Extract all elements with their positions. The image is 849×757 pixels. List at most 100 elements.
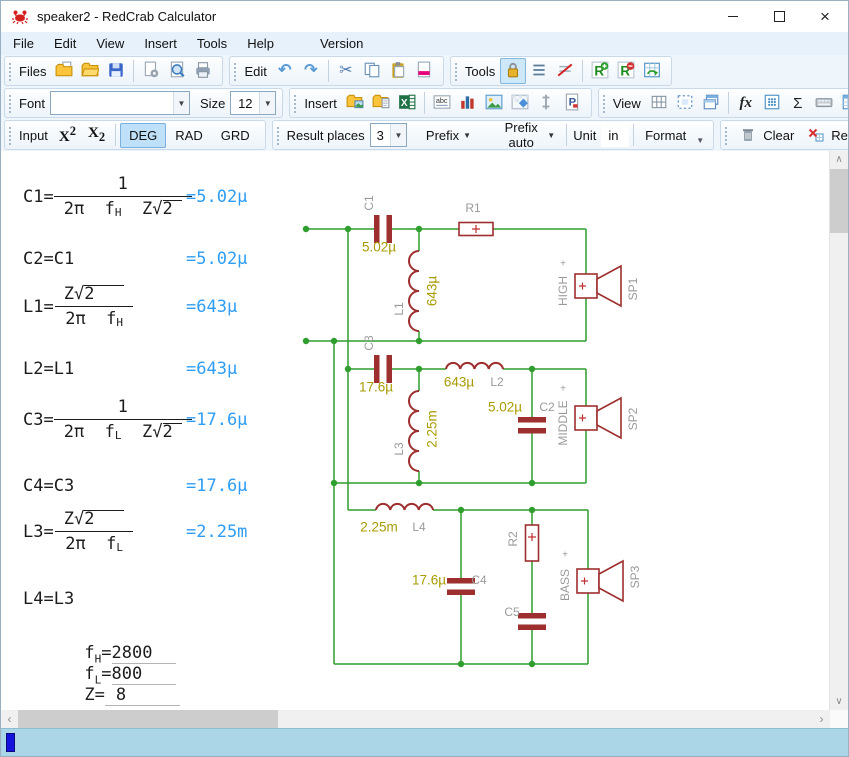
radicand: 2 (84, 510, 124, 529)
redo-button[interactable]: ↷ (298, 58, 324, 84)
line-spacing-button[interactable] (526, 58, 552, 84)
result-add-button[interactable]: R (587, 58, 613, 84)
menu-insert[interactable]: Insert (134, 33, 187, 54)
insert-pdf-button[interactable]: P (559, 90, 585, 116)
grd-mode-button[interactable]: GRD (212, 123, 259, 148)
toolbar-drag-handle[interactable] (453, 61, 459, 81)
vertical-scrollbar[interactable]: ∧ ∨ (829, 151, 848, 710)
deg-mode-button[interactable]: DEG (120, 123, 166, 148)
copy-button[interactable] (359, 58, 385, 84)
view-calendar-button[interactable] (837, 90, 849, 116)
menu-version[interactable]: Version (310, 33, 373, 54)
horizontal-scrollbar-thumb[interactable] (18, 710, 278, 728)
insert-folder-clipboard-button[interactable] (368, 90, 394, 116)
font-combobox[interactable]: ▼ (50, 91, 190, 115)
scroll-left-arrow-icon[interactable]: ‹ (1, 710, 18, 728)
toolbar-drag-handle[interactable] (601, 93, 607, 113)
font-dropdown-arrow-icon[interactable]: ▼ (173, 92, 189, 114)
sp2-band-label: MIDDLE (556, 400, 570, 445)
format-button[interactable]: Format (638, 124, 693, 147)
formula-l4[interactable]: L4=L3 (23, 589, 74, 609)
menu-tools[interactable]: Tools (187, 33, 237, 54)
formula-result: =643µ (186, 297, 237, 317)
open-folder-button[interactable] (77, 58, 103, 84)
unit-input[interactable]: in (601, 123, 629, 147)
lock-button[interactable] (500, 58, 526, 84)
menu-view[interactable]: View (86, 33, 134, 54)
insert-excel-button[interactable]: X (394, 90, 420, 116)
subscript-button[interactable]: X2 (82, 123, 111, 147)
toolbar-drag-handle[interactable] (7, 61, 13, 81)
size-combobox[interactable]: 12 ▼ (230, 91, 276, 115)
formula-c2[interactable]: C2=C1 =5.02µ (23, 249, 74, 269)
view-cascade-button[interactable] (698, 90, 724, 116)
superscript-button[interactable]: X2 (53, 122, 82, 148)
undo-button[interactable]: ↶ (272, 58, 298, 84)
menu-edit[interactable]: Edit (44, 33, 86, 54)
paste-button[interactable] (385, 58, 411, 84)
toolbar-drag-handle[interactable] (723, 125, 729, 145)
print-button[interactable] (190, 58, 216, 84)
view-sigma-button[interactable]: Σ (785, 90, 811, 116)
toolbar-drag-handle[interactable] (292, 93, 298, 113)
result-remove-button[interactable]: R (613, 58, 639, 84)
horizontal-scrollbar[interactable]: ‹ › (1, 710, 848, 728)
rad-mode-button[interactable]: RAD (166, 123, 211, 148)
formula-l1[interactable]: L1=Z√22π fH =643µ (23, 284, 134, 329)
var-value-field[interactable]: 8 (105, 685, 180, 706)
print-preview-button[interactable] (164, 58, 190, 84)
maximize-button[interactable] (756, 1, 802, 32)
vertical-scrollbar-thumb[interactable] (830, 169, 848, 233)
variable-z[interactable]: Z=8 (23, 665, 180, 710)
prefix-auto-button[interactable]: Prefix auto▼ (492, 116, 562, 154)
menu-file[interactable]: File (3, 33, 44, 54)
scroll-down-arrow-icon[interactable]: ∨ (830, 693, 848, 710)
horizontal-scrollbar-track[interactable] (18, 710, 813, 728)
formula-l2[interactable]: L2=L1 =643µ (23, 359, 74, 379)
crossover-circuit-diagram[interactable]: C1 5.02µ R1 L1 643µ + HIGH SP1 C3 17.6µ … (291, 171, 643, 683)
minimize-button[interactable] (710, 1, 756, 32)
toolbar-overflow-button[interactable]: ▼ (693, 134, 707, 147)
menu-help[interactable]: Help (237, 33, 284, 54)
toolbar-drag-handle[interactable] (275, 125, 281, 145)
insert-divider-button[interactable] (533, 90, 559, 116)
view-frame-button[interactable] (672, 90, 698, 116)
scroll-right-arrow-icon[interactable]: › (813, 710, 830, 728)
formula-l3[interactable]: L3=Z√22π fL =2.25m (23, 509, 134, 554)
formula-c3[interactable]: C3=12π fL Z√2 =17.6µ (23, 397, 192, 442)
reset-button[interactable]: Reset (801, 123, 849, 147)
insert-image-tag-button[interactable] (507, 90, 533, 116)
formula-lhs: L4=L3 (23, 589, 74, 609)
scroll-up-arrow-icon[interactable]: ∧ (830, 151, 848, 168)
toolbar-drag-handle[interactable] (7, 93, 13, 113)
result-places-combobox[interactable]: 3 ▼ (370, 123, 407, 147)
hide-lines-button[interactable] (552, 58, 578, 84)
view-grid-dots-button[interactable] (759, 90, 785, 116)
open-file-button[interactable] (51, 58, 77, 84)
size-dropdown-arrow-icon[interactable]: ▼ (259, 92, 275, 114)
page-settings-button[interactable] (138, 58, 164, 84)
formula-c4[interactable]: C4=C3 =17.6µ (23, 476, 74, 496)
save-button[interactable] (103, 58, 129, 84)
delete-row-button[interactable] (411, 58, 437, 84)
sp2-ref-label: SP2 (626, 408, 640, 431)
formula-lhs: C3= (23, 410, 54, 430)
insert-image-button[interactable] (481, 90, 507, 116)
view-grid-button[interactable] (646, 90, 672, 116)
clear-button[interactable]: Clear (733, 123, 801, 147)
prefix-button[interactable]: Prefix▼ (419, 124, 478, 147)
toolbar-drag-handle[interactable] (232, 61, 238, 81)
toolbar-drag-handle[interactable] (7, 125, 13, 145)
worksheet-canvas[interactable]: C1=12π fH Z√2 =5.02µ C2=C1 =5.02µ L1=Z√2… (1, 151, 848, 710)
insert-text-button[interactable]: abc (429, 90, 455, 116)
formula-c1[interactable]: C1=12π fH Z√2 =5.02µ (23, 174, 192, 219)
recalculate-button[interactable] (639, 58, 665, 84)
l2-value-label: 643µ (444, 375, 474, 390)
close-button[interactable]: × (802, 1, 848, 32)
view-keyboard-button[interactable] (811, 90, 837, 116)
cut-button[interactable]: ✂ (333, 58, 359, 84)
insert-folder-image-button[interactable] (342, 90, 368, 116)
insert-chart-button[interactable] (455, 90, 481, 116)
view-fx-button[interactable]: fx (733, 90, 759, 116)
result-places-dropdown-arrow-icon[interactable]: ▼ (390, 124, 406, 146)
